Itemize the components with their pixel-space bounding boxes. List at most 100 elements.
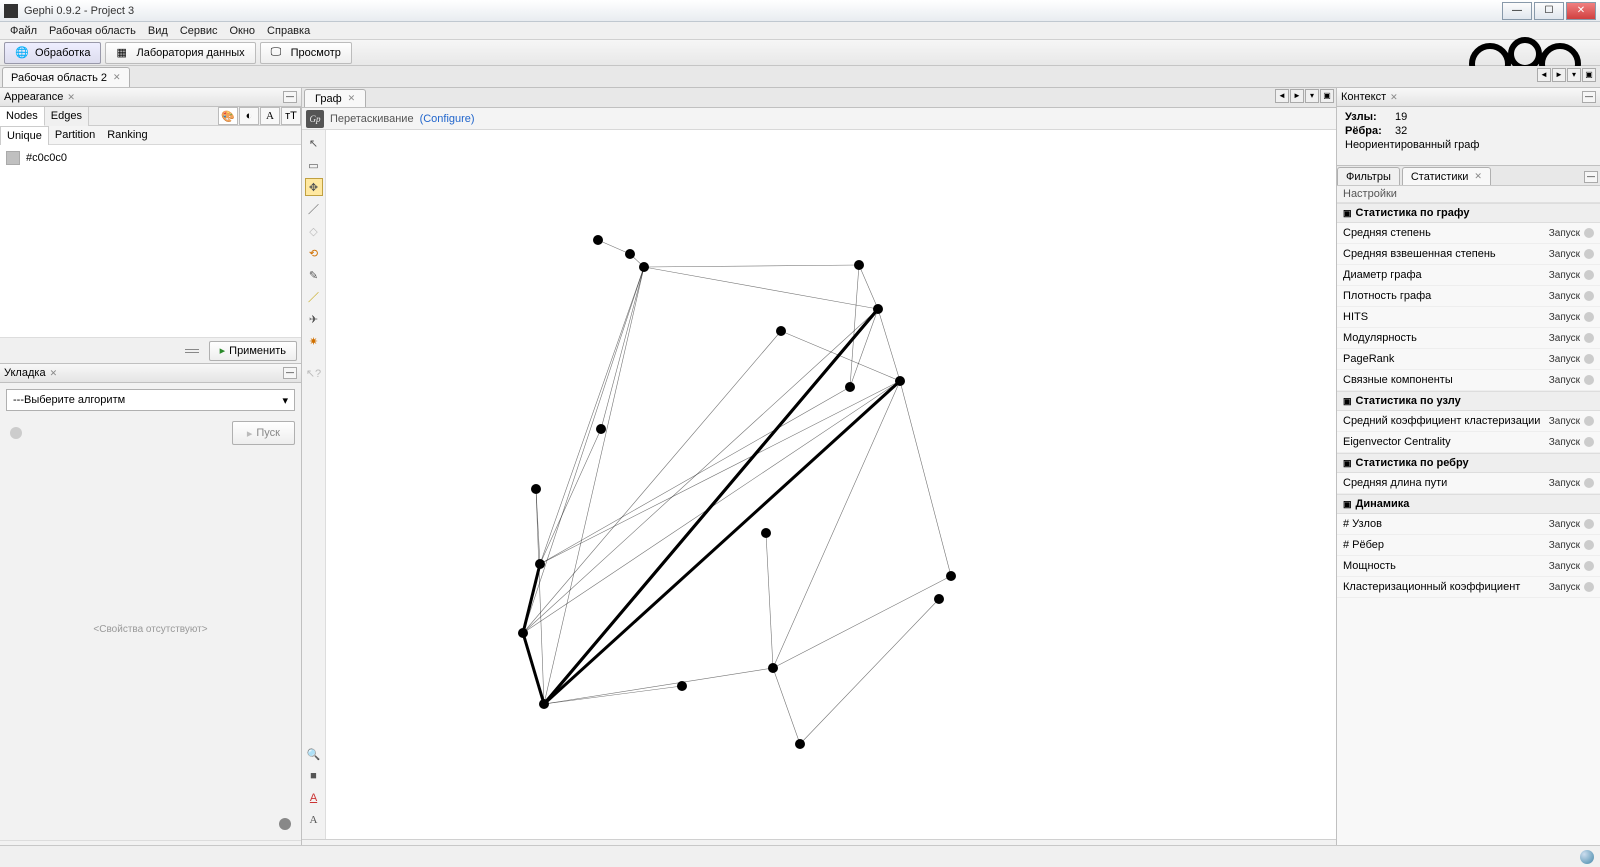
- stats-section-header[interactable]: ▣Статистика по узлу: [1337, 391, 1600, 411]
- rect-select-tool-icon[interactable]: ▭: [305, 156, 323, 174]
- stat-run-link[interactable]: Запуск: [1549, 375, 1580, 386]
- options-icon[interactable]: [279, 818, 291, 830]
- panel-minimize-button[interactable]: —: [1584, 171, 1598, 183]
- stat-run-link[interactable]: Запуск: [1549, 519, 1580, 530]
- menu-окно[interactable]: Окно: [223, 25, 261, 37]
- stat-info-icon[interactable]: [1584, 540, 1594, 550]
- stat-info-icon[interactable]: [1584, 291, 1594, 301]
- workspace-tab[interactable]: Рабочая область 2 ✕: [2, 67, 130, 87]
- menu-сервис[interactable]: Сервис: [174, 25, 224, 37]
- globe-status-icon[interactable]: [1580, 850, 1594, 864]
- graph-tab[interactable]: Граф ✕: [304, 89, 366, 107]
- apply-button[interactable]: ▸ Применить: [209, 341, 297, 361]
- workspace-next-button[interactable]: ►: [1552, 68, 1566, 82]
- stat-run-link[interactable]: Запуск: [1549, 478, 1580, 489]
- reset-spline-icon[interactable]: [185, 349, 199, 353]
- color-mode-icon[interactable]: 🎨: [218, 107, 238, 125]
- close-icon[interactable]: ✕: [113, 72, 121, 83]
- mode-monitor-button[interactable]: 🖵Просмотр: [260, 42, 352, 64]
- pointer-tool-icon[interactable]: ↖: [305, 134, 323, 152]
- tab-filters[interactable]: Фильтры: [1337, 167, 1400, 185]
- stat-run-link[interactable]: Запуск: [1549, 291, 1580, 302]
- stat-info-icon[interactable]: [1584, 519, 1594, 529]
- stat-run-link[interactable]: Запуск: [1549, 312, 1580, 323]
- info-icon[interactable]: [10, 427, 22, 439]
- layout-algorithm-select[interactable]: ---Выберите алгоритм ▾: [6, 389, 295, 411]
- panel-minimize-button[interactable]: —: [283, 367, 297, 379]
- stat-run-link[interactable]: Запуск: [1549, 228, 1580, 239]
- close-button[interactable]: ✕: [1566, 2, 1596, 20]
- close-icon[interactable]: ✕: [1474, 171, 1482, 182]
- menu-справка[interactable]: Справка: [261, 25, 316, 37]
- stat-info-icon[interactable]: [1584, 270, 1594, 280]
- stats-section-header[interactable]: ▣Статистика по ребру: [1337, 453, 1600, 473]
- subtab-partition[interactable]: Partition: [49, 126, 101, 145]
- configure-link[interactable]: (Configure): [420, 113, 475, 125]
- gear-tool-icon[interactable]: ✷: [305, 332, 323, 350]
- graph-tab-list[interactable]: ▾: [1305, 89, 1319, 103]
- airplane-tool-icon[interactable]: ✈: [305, 310, 323, 328]
- close-icon[interactable]: ✕: [348, 93, 356, 104]
- stat-run-link[interactable]: Запуск: [1549, 416, 1580, 427]
- stat-run-link[interactable]: Запуск: [1549, 333, 1580, 344]
- mode-table-button[interactable]: ▦Лаборатория данных: [105, 42, 255, 64]
- stat-info-icon[interactable]: [1584, 478, 1594, 488]
- subtab-ranking[interactable]: Ranking: [101, 126, 153, 145]
- stat-info-icon[interactable]: [1584, 228, 1594, 238]
- stat-run-link[interactable]: Запуск: [1549, 582, 1580, 593]
- stat-info-icon[interactable]: [1584, 437, 1594, 447]
- graph-tab-next[interactable]: ►: [1290, 89, 1304, 103]
- workspace-prev-button[interactable]: ◄: [1537, 68, 1551, 82]
- cursor-question-icon[interactable]: ↖?: [305, 364, 323, 382]
- pen-tool-icon[interactable]: ✎: [305, 266, 323, 284]
- panel-minimize-button[interactable]: —: [283, 91, 297, 103]
- workspace-add-button[interactable]: ▣: [1582, 68, 1596, 82]
- subtab-unique[interactable]: Unique: [0, 126, 49, 145]
- reset-zoom-icon[interactable]: ■: [305, 767, 323, 785]
- stat-info-icon[interactable]: [1584, 333, 1594, 343]
- brush-tool-icon[interactable]: ／: [305, 200, 323, 218]
- stat-run-link[interactable]: Запуск: [1549, 540, 1580, 551]
- workspace-list-button[interactable]: ▾: [1567, 68, 1581, 82]
- stats-section-header[interactable]: ▣Динамика: [1337, 494, 1600, 514]
- graph-tab-max[interactable]: ▣: [1320, 89, 1334, 103]
- graph-canvas[interactable]: [326, 130, 1336, 839]
- tab-statistics[interactable]: Статистики ✕: [1402, 167, 1491, 185]
- color-swatch[interactable]: [6, 151, 20, 165]
- label-a-plain-icon[interactable]: A: [305, 811, 323, 829]
- edge-pen-tool-icon[interactable]: ／: [305, 288, 323, 306]
- stat-run-link[interactable]: Запуск: [1549, 437, 1580, 448]
- stat-run-link[interactable]: Запуск: [1549, 561, 1580, 572]
- stats-section-header[interactable]: ▣Статистика по графу: [1337, 203, 1600, 223]
- mode-globe-button[interactable]: 🌐Обработка: [4, 42, 101, 64]
- stat-info-icon[interactable]: [1584, 582, 1594, 592]
- graph-tab-prev[interactable]: ◄: [1275, 89, 1289, 103]
- stat-run-link[interactable]: Запуск: [1549, 270, 1580, 281]
- run-layout-button[interactable]: ▸ Пуск: [232, 421, 295, 445]
- tab-edges[interactable]: Edges: [45, 107, 89, 126]
- stat-info-icon[interactable]: [1584, 249, 1594, 259]
- close-icon[interactable]: ✕: [50, 368, 58, 379]
- stat-info-icon[interactable]: [1584, 416, 1594, 426]
- minimize-button[interactable]: —: [1502, 2, 1532, 20]
- zoom-tool-icon[interactable]: 🔍: [305, 745, 323, 763]
- label-a-icon[interactable]: A: [305, 789, 323, 807]
- maximize-button[interactable]: ☐: [1534, 2, 1564, 20]
- drag-tool-icon[interactable]: ✥: [305, 178, 323, 196]
- close-icon[interactable]: ✕: [67, 92, 75, 103]
- size-mode-icon[interactable]: ◐: [239, 107, 259, 125]
- label-color-icon[interactable]: A: [260, 107, 280, 125]
- close-icon[interactable]: ✕: [1390, 92, 1398, 103]
- stat-run-link[interactable]: Запуск: [1549, 354, 1580, 365]
- menu-файл[interactable]: Файл: [4, 25, 43, 37]
- stats-settings-link[interactable]: Настройки: [1337, 186, 1600, 203]
- diamond-tool-icon[interactable]: ◇: [305, 222, 323, 240]
- stat-run-link[interactable]: Запуск: [1549, 249, 1580, 260]
- stat-info-icon[interactable]: [1584, 375, 1594, 385]
- menu-рабочая область[interactable]: Рабочая область: [43, 25, 142, 37]
- stat-info-icon[interactable]: [1584, 312, 1594, 322]
- menu-вид[interactable]: Вид: [142, 25, 174, 37]
- sizer-tool-icon[interactable]: ⟲: [305, 244, 323, 262]
- stat-info-icon[interactable]: [1584, 561, 1594, 571]
- label-size-icon[interactable]: тT: [281, 107, 301, 125]
